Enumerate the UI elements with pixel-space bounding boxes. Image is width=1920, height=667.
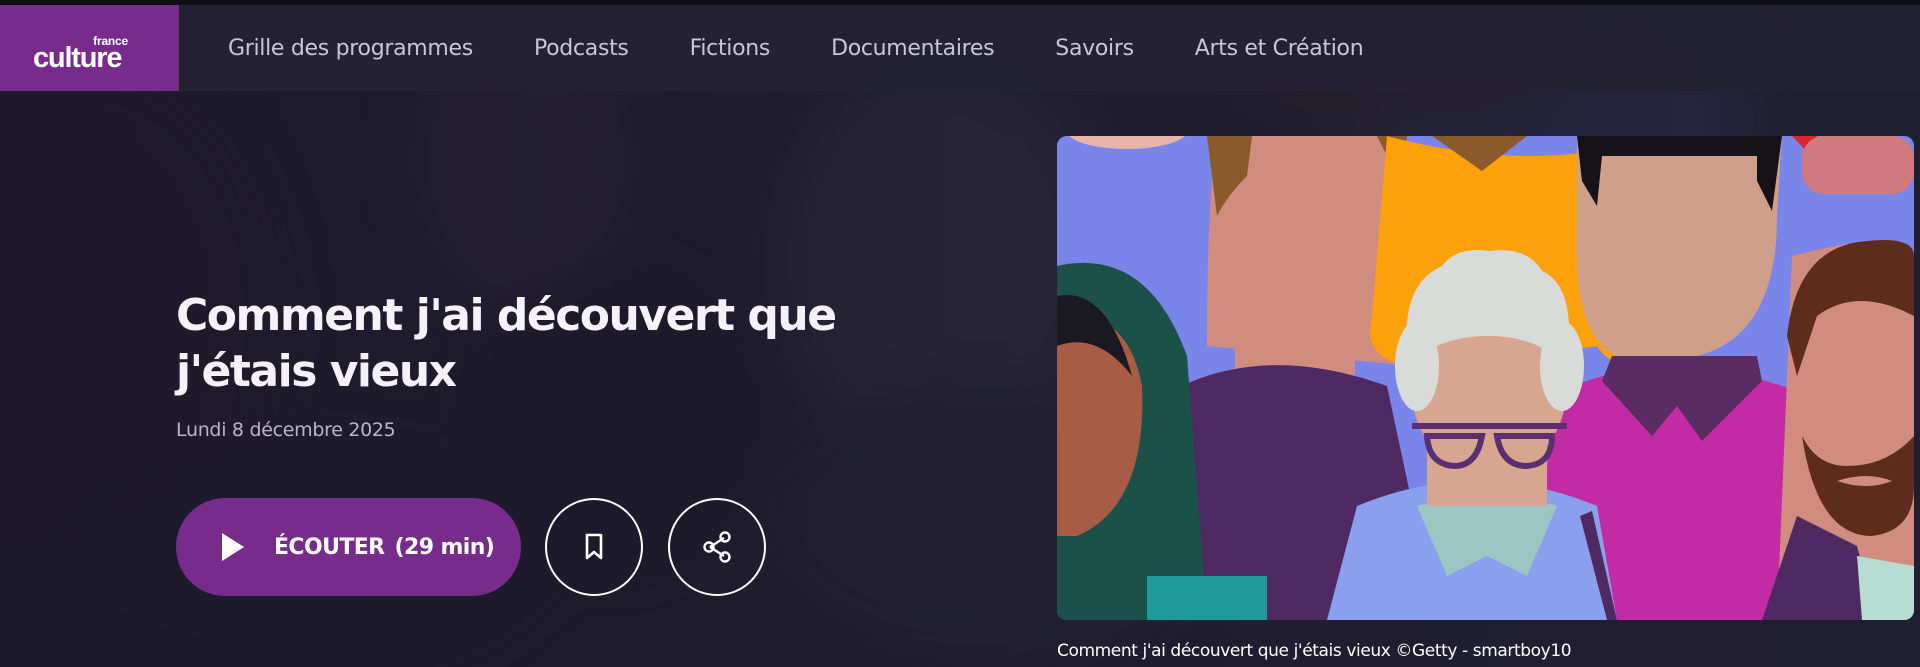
- nav-item-fictions[interactable]: Fictions: [690, 36, 771, 61]
- episode-date: Lundi 8 décembre 2025: [176, 419, 396, 441]
- nav-item-arts-creation[interactable]: Arts et Création: [1195, 36, 1364, 61]
- main-nav: Grille des programmes Podcasts Fictions …: [228, 5, 1424, 91]
- site-header: france culture Grille des programmes Pod…: [0, 5, 1920, 91]
- share-button[interactable]: [668, 498, 766, 596]
- bookmark-icon: [585, 533, 603, 560]
- nav-item-documentaires[interactable]: Documentaires: [831, 36, 995, 61]
- episode-title-line-1: Comment j'ai découvert que: [176, 290, 837, 341]
- nav-item-podcasts[interactable]: Podcasts: [534, 36, 629, 61]
- france-culture-logo[interactable]: france culture: [0, 5, 179, 91]
- episode-illustration: [1057, 136, 1914, 620]
- listen-button-label: ÉCOUTER (29 min): [274, 534, 495, 560]
- episode-title-line-2: j'étais vieux: [176, 346, 457, 397]
- episode-actions: ÉCOUTER (29 min): [176, 498, 766, 596]
- play-icon: [222, 533, 244, 561]
- listen-button[interactable]: ÉCOUTER (29 min): [176, 498, 521, 596]
- image-caption: Comment j'ai découvert que j'étais vieux…: [1057, 641, 1572, 661]
- nav-item-grille[interactable]: Grille des programmes: [228, 36, 473, 61]
- episode-title: Comment j'ai découvert que j'étais vieux: [176, 288, 876, 400]
- logo-line-culture: culture: [33, 42, 123, 74]
- listen-duration: (29 min): [394, 534, 495, 560]
- listen-label-text: ÉCOUTER: [274, 534, 385, 560]
- share-icon: [703, 531, 731, 563]
- episode-header: Comment j'ai découvert que j'étais vieux…: [176, 288, 876, 441]
- bookmark-button[interactable]: [545, 498, 643, 596]
- nav-item-savoirs[interactable]: Savoirs: [1055, 36, 1134, 61]
